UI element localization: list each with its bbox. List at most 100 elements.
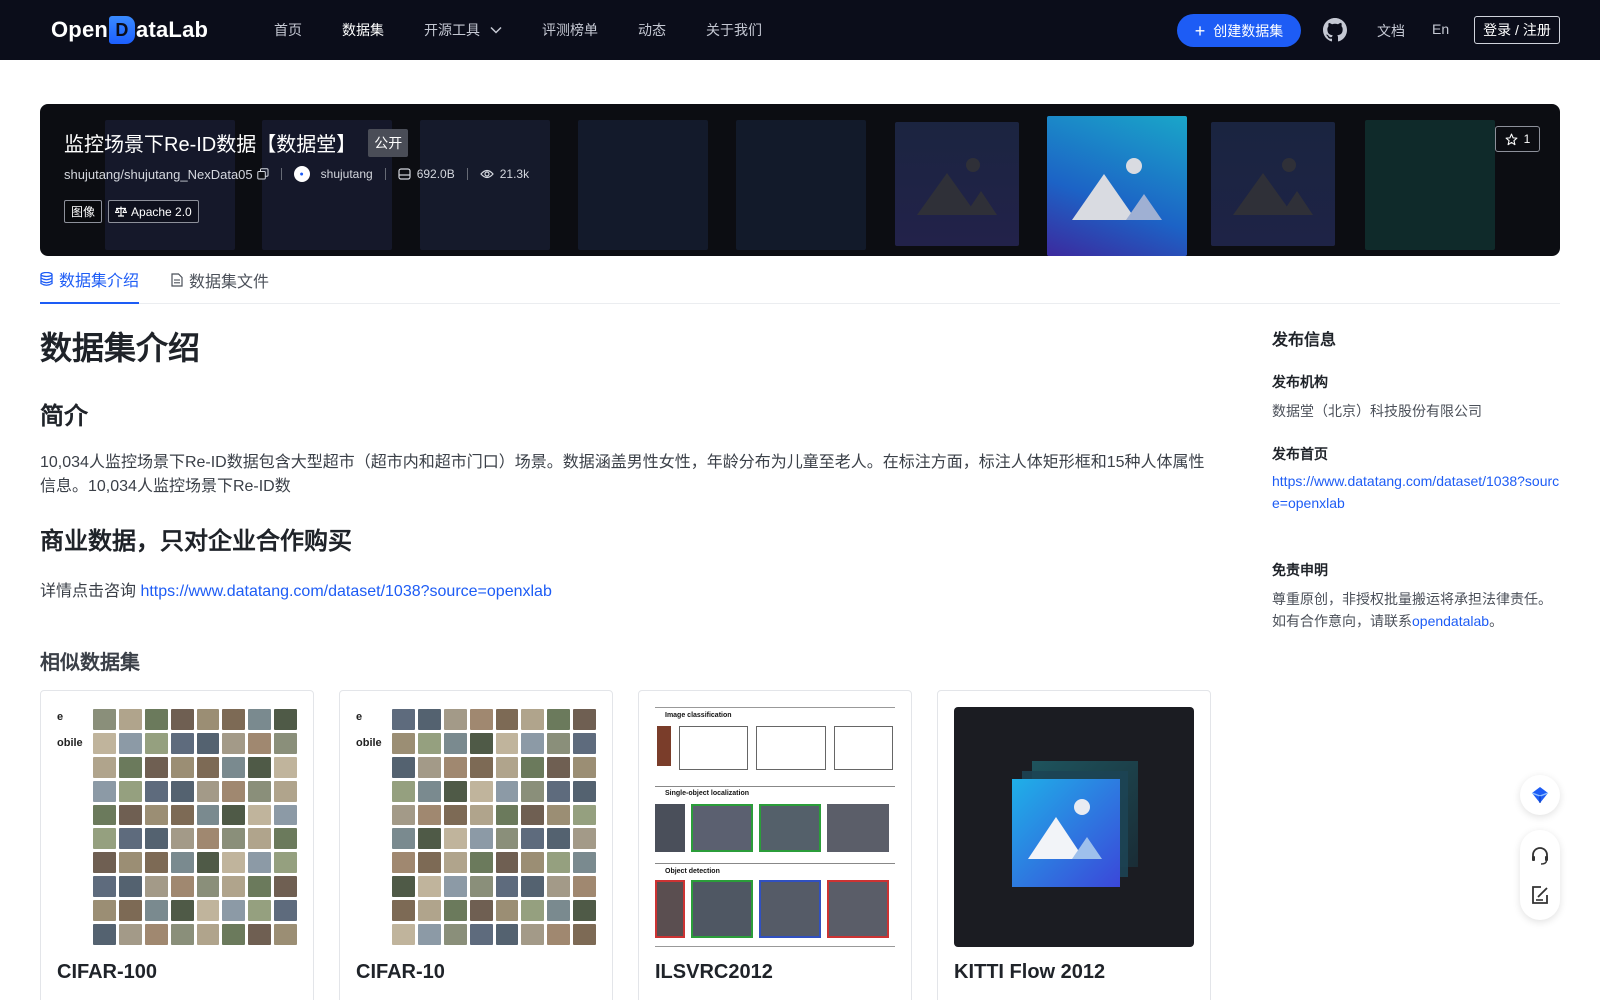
image-tile	[495, 756, 519, 778]
nav-item-datasets[interactable]: 数据集	[342, 20, 384, 40]
image-tile	[469, 876, 493, 898]
dataset-cover-image: e obile	[57, 707, 297, 947]
dataset-name: CIFAR-10	[356, 961, 445, 983]
opendatalab-contact-link[interactable]: opendatalab	[1412, 613, 1489, 629]
image-tile	[417, 804, 441, 826]
image-tile	[469, 924, 493, 945]
banner-thumbnail	[578, 120, 708, 250]
image-tile	[222, 900, 246, 922]
image-tile	[573, 924, 596, 945]
image-tile	[521, 756, 545, 778]
tag-modality[interactable]: 图像	[64, 200, 103, 223]
homepage-link[interactable]: https://www.datatang.com/dataset/1038?so…	[1272, 470, 1562, 514]
image-tile	[495, 852, 519, 874]
nav-item-open-source-tools[interactable]: 开源工具	[424, 20, 502, 40]
top-navbar: Open D ataLab 首页 数据集 开源工具 评测榜单 动态 关于我们 +…	[0, 0, 1600, 60]
image-tile	[521, 924, 545, 945]
dataset-owner[interactable]: ● shujutang	[293, 166, 373, 182]
image-tile	[443, 804, 467, 826]
github-icon[interactable]	[1323, 18, 1347, 42]
image-tile	[392, 924, 415, 945]
image-tile	[392, 780, 415, 802]
nav-item-home[interactable]: 首页	[274, 20, 302, 40]
similar-dataset-card[interactable]: Image classification Single-object local…	[638, 690, 912, 1000]
intro-text: 10,034人监控场景下Re-ID数据包含大型超市（超市内和超市门口）场景。数据…	[40, 454, 1205, 495]
image-tile	[222, 780, 246, 802]
similar-dataset-card[interactable]: e obile CIFAR-10	[339, 690, 613, 1000]
create-dataset-button[interactable]: + 创建数据集	[1177, 14, 1301, 47]
image-tile	[196, 900, 220, 922]
dataset-cover-image	[954, 707, 1194, 947]
contact-link[interactable]: https://www.datatang.com/dataset/1038?so…	[140, 583, 551, 600]
image-tile	[93, 876, 116, 898]
detection-row	[655, 880, 895, 938]
image-tile	[521, 900, 545, 922]
image-tile	[222, 756, 246, 778]
banner-thumbnail	[895, 122, 1019, 246]
banner-thumbnail	[420, 120, 550, 250]
headset-icon	[1532, 846, 1548, 865]
main-nav: 首页 数据集 开源工具 评测榜单 动态 关于我们	[274, 0, 802, 60]
image-tile	[469, 756, 493, 778]
image-tile	[417, 732, 441, 754]
views-value: 21.3k	[499, 167, 530, 181]
image-tile	[222, 828, 246, 850]
nav-item-leaderboard[interactable]: 评测榜单	[542, 20, 598, 40]
image-tile	[274, 924, 297, 945]
image-tile	[274, 804, 297, 826]
image-tile	[547, 709, 571, 730]
tag-license[interactable]: Apache 2.0	[108, 200, 199, 223]
image-tile	[573, 804, 596, 826]
create-dataset-label: 创建数据集	[1213, 22, 1284, 39]
feishu-float-button[interactable]	[1520, 775, 1560, 815]
login-register-button[interactable]: 登录 / 注册	[1474, 16, 1560, 44]
image-tile	[118, 732, 142, 754]
star-button[interactable]: 1	[1495, 126, 1540, 152]
nav-label: 动态	[638, 22, 666, 38]
similar-dataset-card[interactable]: e obile CIFAR-100	[40, 690, 314, 1000]
cover-label: obile	[356, 737, 382, 749]
image-tile	[248, 924, 272, 945]
image-tile	[118, 852, 142, 874]
star-icon	[1505, 133, 1518, 145]
tab-dataset-files[interactable]: 数据集文件	[171, 256, 269, 304]
tag-label: Apache 2.0	[131, 204, 192, 219]
nav-item-news[interactable]: 动态	[638, 20, 666, 40]
chevron-down-icon	[490, 26, 502, 34]
language-switch[interactable]: En	[1432, 21, 1449, 37]
image-tile	[392, 804, 415, 826]
image-tile	[222, 709, 246, 730]
image-tile	[521, 876, 545, 898]
tab-label: 数据集文件	[189, 274, 270, 291]
image-tile	[573, 852, 596, 874]
cover-label: e	[57, 711, 64, 723]
tag-label: 图像	[71, 205, 96, 219]
image-tile	[222, 852, 246, 874]
image-placeholder-icon	[1012, 761, 1138, 887]
image-tile	[417, 828, 441, 850]
opendatalab-logo[interactable]: Open D ataLab	[51, 15, 208, 45]
image-tile	[443, 756, 467, 778]
image-tile	[248, 804, 272, 826]
banner-thumbnail-active	[1047, 116, 1187, 256]
dataset-name: ILSVRC2012	[655, 961, 773, 983]
image-tile	[170, 709, 194, 730]
nav-item-about[interactable]: 关于我们	[706, 20, 762, 40]
similar-dataset-card[interactable]: KITTI Flow 2012	[937, 690, 1211, 1000]
image-tile	[573, 756, 596, 778]
tab-dataset-intro[interactable]: 数据集介绍	[40, 256, 140, 304]
image-tile	[547, 876, 571, 898]
homepage-label: 发布首页	[1272, 446, 1328, 462]
commercial-heading: 商业数据，只对企业合作购买	[40, 528, 352, 555]
image-tile	[417, 924, 441, 945]
customer-service-button[interactable]	[1528, 844, 1552, 868]
image-tile	[118, 709, 142, 730]
image-tile	[274, 900, 297, 922]
image-tile	[547, 732, 571, 754]
image-tile	[392, 876, 415, 898]
nav-docs-link[interactable]: 文档	[1377, 21, 1405, 41]
image-tile	[443, 732, 467, 754]
copy-icon[interactable]	[256, 168, 269, 180]
feedback-button[interactable]	[1528, 883, 1552, 907]
image-tile	[222, 924, 246, 945]
